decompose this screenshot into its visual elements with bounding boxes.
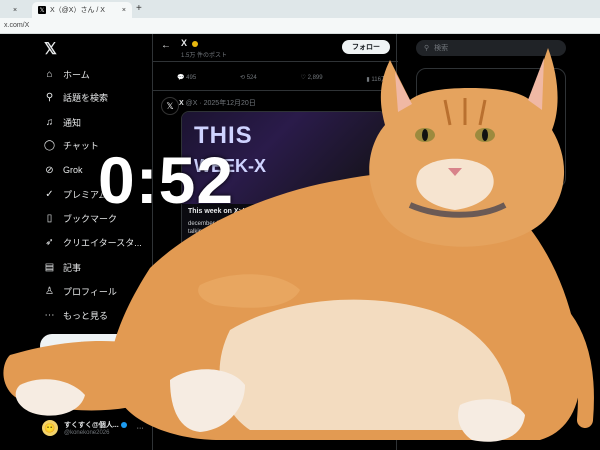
sidebar-item-more[interactable]: ⋯ もっと見る — [44, 305, 109, 325]
profile-icon: ♙ — [45, 285, 54, 297]
follow-button[interactable]: フォロー — [342, 40, 390, 54]
url-text: x.com/X — [4, 22, 30, 29]
volume-icon[interactable]: ◁) — [354, 398, 361, 405]
sidebar-item-label: プロフィール — [63, 286, 117, 297]
sidebar-item-home[interactable]: ⌂ ホーム — [44, 64, 90, 84]
post-count: 1.5万 件のポスト — [181, 53, 228, 59]
bell-icon: ♫ — [45, 116, 54, 128]
search-placeholder: 検索 — [434, 45, 449, 52]
settings-icon[interactable]: ⚙ — [367, 398, 372, 405]
sidebar-item-label: 通知 — [63, 117, 82, 128]
page-title: X — [181, 38, 198, 48]
tab-inactive[interactable]: × — [0, 2, 30, 18]
sidebar-item-label: チャット — [63, 140, 99, 151]
premium-icon: ✓ — [45, 188, 54, 200]
video-time: 0:01 / 0:07 — [319, 398, 349, 404]
video-controls: ▶ 0:01 / 0:07 ◁) ⚙ ↺ ⤢ — [178, 394, 394, 408]
search-icon: ⚲ — [424, 45, 430, 52]
sidebar-item-notifications[interactable]: ♫ 通知 — [44, 112, 81, 132]
sidebar-item-profile[interactable]: ♙ プロフィール — [44, 281, 117, 301]
trends-panel — [416, 68, 566, 188]
post-button[interactable]: ポストする — [40, 334, 150, 358]
sidebar-item-creator-studio[interactable]: ➶ クリエイタースタ... — [44, 232, 142, 252]
reply-count[interactable]: 💬 495 — [177, 74, 196, 83]
avatar: 😶 — [42, 420, 58, 436]
home-icon: ⌂ — [46, 68, 53, 80]
sidebar-item-explore[interactable]: ⚲ 話題を検索 — [44, 87, 108, 107]
view-count[interactable]: ▮ 116万 — [366, 74, 387, 83]
play-icon[interactable]: ▶ — [178, 398, 183, 405]
repost-count[interactable]: ⟲ 524 — [240, 74, 257, 83]
sidebar-item-chat[interactable]: ◯ チャット — [44, 135, 99, 155]
right-column: ⚲ 検索 — [408, 34, 600, 450]
account-switcher[interactable]: 😶 すくすく@個人... @konekone2026 ··· — [42, 420, 144, 436]
tab-title: X（@X）さん / X — [50, 7, 105, 14]
countdown-timer: 0:52 — [98, 143, 235, 217]
fullscreen-icon[interactable]: ⤢ — [389, 398, 394, 405]
post-avatar[interactable]: 𝕏 — [161, 97, 179, 115]
post-meta: X @X · 2025年12月20日 — [179, 100, 256, 107]
x-logo-icon: 𝕏 — [38, 6, 46, 14]
more-icon[interactable]: ··· — [137, 425, 144, 432]
verified-icon — [120, 422, 127, 429]
browser-tab-strip: × 𝕏 X（@X）さん / X × + — [0, 0, 600, 18]
tab-active[interactable]: 𝕏 X（@X）さん / X × — [32, 2, 132, 18]
video-progress-fill — [178, 391, 209, 393]
sidebar-item-label: ホーム — [63, 69, 90, 80]
close-icon[interactable]: × — [13, 7, 17, 14]
article-icon: ▤ — [44, 261, 55, 273]
chat-icon: ◯ — [43, 139, 56, 151]
account-handle: @konekone2026 — [64, 430, 110, 436]
sidebar-item-label: 記事 — [63, 262, 82, 273]
like-count[interactable]: ♡ 2,899 — [301, 74, 323, 83]
search-icon: ⚲ — [45, 91, 54, 103]
video-progress-bar[interactable] — [178, 391, 394, 393]
grok-icon: ⊘ — [45, 164, 54, 176]
address-bar[interactable]: x.com/X — [0, 18, 600, 34]
bookmark-icon: ▯ — [46, 212, 53, 224]
new-tab-button[interactable]: + — [136, 3, 142, 14]
more-icon: ⋯ — [44, 309, 55, 321]
post-actions: 💬 495 ⟲ 524 ♡ 2,899 ▮ 116万 — [177, 74, 387, 83]
x-logo[interactable]: 𝕏 — [44, 39, 57, 59]
profile-header: ← X 1.5万 件のポスト フォロー — [153, 34, 398, 62]
back-arrow-icon[interactable]: ← — [161, 40, 171, 51]
sidebar-item-grok[interactable]: ⊘ Grok — [44, 160, 83, 180]
close-icon[interactable]: × — [122, 7, 126, 14]
rocket-icon: ➶ — [45, 236, 54, 248]
x-app: 𝕏 ⌂ ホーム ⚲ 話題を検索 ♫ 通知 ◯ チャット ⊘ Grok ✓ プレミ… — [0, 34, 600, 450]
profile-timeline: ← X 1.5万 件のポスト フォロー 💬 495 ⟲ 524 ♡ 2,899 … — [152, 34, 398, 450]
sidebar-item-label: Grok — [63, 165, 83, 175]
sidebar-item-label: 話題を検索 — [63, 92, 109, 103]
card-description: december 18, 2025 the latest news & upda… — [188, 221, 379, 235]
sidebar: 𝕏 ⌂ ホーム ⚲ 話題を検索 ♫ 通知 ◯ チャット ⊘ Grok ✓ プレミ… — [36, 34, 156, 450]
search-input[interactable]: ⚲ 検索 — [416, 40, 566, 56]
sidebar-item-articles[interactable]: ▤ 記事 — [44, 257, 81, 277]
verified-gold-icon — [191, 40, 198, 47]
sidebar-item-label: もっと見る — [63, 310, 109, 321]
view-count: ▮ 183 — [179, 297, 194, 303]
rewind-icon[interactable]: ↺ — [378, 398, 383, 405]
account-info: すくすく@個人... @konekone2026 — [64, 420, 127, 436]
sidebar-item-label: クリエイタースタ... — [63, 237, 142, 248]
account-name: すくすく@個人... — [64, 420, 127, 430]
